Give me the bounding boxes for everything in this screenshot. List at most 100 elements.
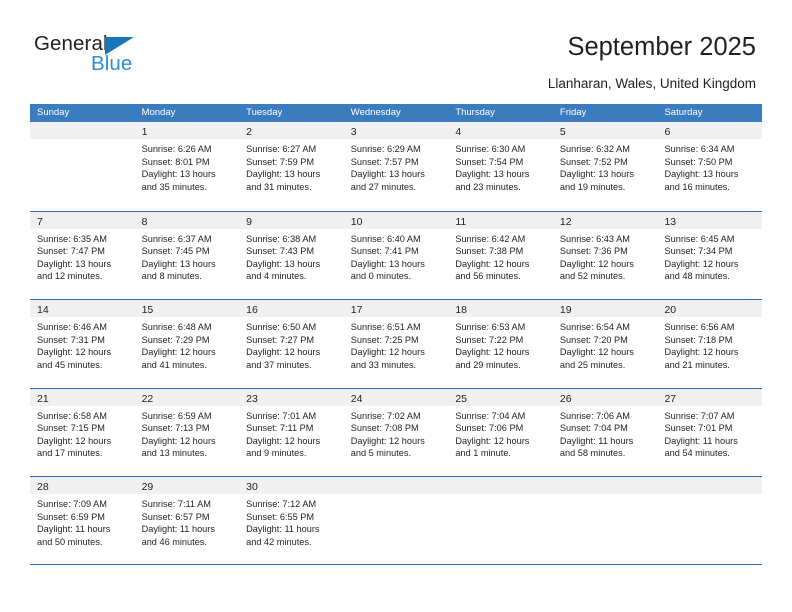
day-number-strip: 11 — [448, 211, 553, 229]
day-number: 7 — [37, 215, 43, 228]
page-title: September 2025 — [567, 33, 756, 61]
calendar-page: General Blue September 2025 Llanharan, W… — [0, 0, 792, 612]
day-number: 5 — [559, 126, 566, 138]
day-cell-empty — [657, 477, 763, 564]
day-number-strip: 29 — [134, 477, 240, 494]
day-detail-line: Sunrise: 6:58 AM — [37, 410, 107, 421]
day-detail-line: and 33 minutes. — [350, 359, 417, 370]
day-detail-line: Sunset: 7:47 PM — [37, 246, 105, 257]
day-detail-line: Sunset: 7:36 PM — [559, 246, 628, 257]
day-number: 17 — [350, 304, 363, 316]
day-detail-line: Daylight: 11 hours — [559, 435, 634, 446]
day-cell-18[interactable]: 18 Sunrise: 6:53 AM Sunset: 7:22 PM Dayligh… — [448, 300, 553, 388]
day-detail-line: and 8 minutes. — [141, 271, 202, 282]
day-detail-line: and 9 minutes. — [246, 448, 307, 459]
day-cell-20[interactable]: 20 Sunrise: 6:56 AM Sunset: 7:18 PM Dayligh… — [657, 300, 763, 388]
day-cell-empty — [343, 477, 449, 564]
day-cell-23[interactable]: 23 Sunrise: 7:01 AM Sunset: 7:11 PM Dayligh… — [239, 388, 344, 476]
day-detail-line: Daylight: 12 hours — [559, 258, 634, 269]
day-detail-line: and 4 minutes. — [246, 271, 307, 282]
day-detail-line: Daylight: 12 hours — [664, 258, 739, 269]
calendar-week-row: 7 Sunrise: 6:35 AM Sunset: 7:47 PM Daylight… — [30, 210, 763, 299]
day-cell-5[interactable]: 5 Sunrise: 6:32 AM Sunset: 7:52 PM Daylight… — [552, 122, 658, 211]
day-cell-4[interactable]: 4 Sunrise: 6:30 AM Sunset: 7:54 PM Daylight… — [448, 122, 553, 211]
weekday-header-tuesday: Tuesday — [246, 107, 283, 118]
day-number: 13 — [664, 215, 677, 228]
day-detail-line: Daylight: 12 hours — [350, 347, 425, 358]
day-detail-line: Daylight: 12 hours — [455, 347, 530, 358]
day-detail-line: Daylight: 13 hours — [141, 258, 216, 269]
day-cell-21[interactable]: 21 Sunrise: 6:58 AM Sunset: 7:15 PM Dayligh… — [30, 388, 135, 476]
day-detail-line: Sunset: 7:27 PM — [246, 334, 315, 345]
day-cell-26[interactable]: 26 Sunrise: 7:06 AM Sunset: 7:04 PM Dayligh… — [552, 388, 658, 476]
day-cell-25[interactable]: 25 Sunrise: 7:04 AM Sunset: 7:06 PM Dayligh… — [448, 388, 553, 476]
day-cell-28[interactable]: 28 Sunrise: 7:09 AM Sunset: 6:59 PM Dayligh… — [30, 477, 135, 564]
day-cell-24[interactable]: 24 Sunrise: 7:02 AM Sunset: 7:08 PM Dayligh… — [343, 388, 449, 476]
day-details: Sunrise: 6:34 AM Sunset: 7:50 PM Daylight:… — [657, 139, 762, 193]
day-detail-line: and 48 minutes. — [664, 271, 730, 282]
day-details: Sunrise: 6:59 AM Sunset: 7:13 PM Daylight:… — [135, 406, 240, 460]
day-number-strip: 7 — [30, 211, 135, 229]
day-detail-line: Daylight: 13 hours — [559, 169, 634, 180]
day-number: 25 — [455, 392, 467, 405]
day-cell-2[interactable]: 2 Sunrise: 6:27 AM Sunset: 7:59 PM Daylight… — [239, 122, 344, 211]
day-cell-1[interactable]: 1 Sunrise: 6:26 AM Sunset: 8:01 PM Daylight… — [134, 122, 240, 211]
day-cell-15[interactable]: 15 Sunrise: 6:48 AM Sunset: 7:29 PM Dayligh… — [134, 300, 240, 388]
day-detail-line: Daylight: 13 hours — [246, 258, 321, 269]
day-cell-19[interactable]: 19 Sunrise: 6:54 AM Sunset: 7:20 PM Dayligh… — [552, 300, 658, 388]
day-detail-line: and 45 minutes. — [37, 359, 103, 370]
day-number: 8 — [141, 215, 148, 228]
day-details — [30, 139, 135, 143]
day-number: 16 — [246, 304, 258, 316]
day-cell-3[interactable]: 3 Sunrise: 6:29 AM Sunset: 7:57 PM Daylight… — [343, 122, 449, 211]
day-details — [448, 494, 553, 498]
day-cell-7[interactable]: 7 Sunrise: 6:35 AM Sunset: 7:47 PM Daylight… — [30, 211, 135, 299]
day-details: Sunrise: 6:32 AM Sunset: 7:52 PM Daylight:… — [553, 139, 658, 193]
day-detail-line: Sunrise: 6:48 AM — [141, 322, 212, 332]
day-number-strip — [657, 477, 763, 494]
day-detail-line: Daylight: 11 hours — [141, 524, 215, 535]
day-cell-11[interactable]: 11 Sunrise: 6:42 AM Sunset: 7:38 PM Dayligh… — [448, 211, 553, 299]
day-number-strip: 18 — [448, 300, 553, 317]
day-cell-9[interactable]: 9 Sunrise: 6:38 AM Sunset: 7:43 PM Daylight… — [239, 211, 344, 299]
day-detail-line: Daylight: 12 hours — [141, 435, 216, 446]
day-detail-line: Sunrise: 6:27 AM — [246, 144, 317, 154]
weekday-header-thursday: Thursday — [455, 107, 495, 118]
day-number: 28 — [37, 481, 49, 493]
day-number-strip: 3 — [343, 122, 449, 139]
day-details — [553, 494, 658, 498]
day-number-strip: 22 — [134, 388, 240, 406]
day-number: 29 — [141, 481, 154, 493]
day-detail-line: Sunrise: 6:45 AM — [664, 233, 735, 244]
day-cell-13[interactable]: 13 Sunrise: 6:45 AM Sunset: 7:34 PM Dayligh… — [657, 211, 763, 299]
day-number-strip: 26 — [552, 388, 658, 406]
day-cell-16[interactable]: 16 Sunrise: 6:50 AM Sunset: 7:27 PM Dayligh… — [239, 300, 344, 388]
day-cell-12[interactable]: 12 Sunrise: 6:43 AM Sunset: 7:36 PM Dayligh… — [552, 211, 658, 299]
general-blue-logo[interactable]: General Blue — [34, 33, 184, 84]
day-cell-22[interactable]: 22 Sunrise: 6:59 AM Sunset: 7:13 PM Dayligh… — [134, 388, 240, 476]
day-cell-10[interactable]: 10 Sunrise: 6:40 AM Sunset: 7:41 PM Dayligh… — [343, 211, 449, 299]
day-cell-29[interactable]: 29 Sunrise: 7:11 AM Sunset: 6:57 PM Dayligh… — [134, 477, 240, 564]
day-cell-6[interactable]: 6 Sunrise: 6:34 AM Sunset: 7:50 PM Daylight… — [657, 122, 763, 211]
day-cell-14[interactable]: 14 Sunrise: 6:46 AM Sunset: 7:31 PM Dayligh… — [30, 300, 135, 388]
day-details: Sunrise: 7:04 AM Sunset: 7:06 PM Daylight:… — [448, 406, 553, 460]
day-detail-line: Sunrise: 6:51 AM — [350, 322, 421, 332]
day-details: Sunrise: 6:42 AM Sunset: 7:38 PM Daylight:… — [448, 229, 553, 283]
day-detail-line: and 46 minutes. — [141, 536, 207, 547]
day-number-strip: 17 — [343, 300, 449, 317]
day-cell-17[interactable]: 17 Sunrise: 6:51 AM Sunset: 7:25 PM Dayligh… — [343, 300, 449, 388]
day-detail-line: Sunrise: 6:46 AM — [37, 322, 107, 332]
day-cell-27[interactable]: 27 Sunrise: 7:07 AM Sunset: 7:01 PM Dayligh… — [657, 388, 763, 476]
day-detail-line: Sunset: 7:57 PM — [350, 156, 419, 167]
day-detail-line: and 16 minutes. — [664, 181, 730, 192]
day-number-strip: 21 — [30, 388, 135, 406]
day-cell-30[interactable]: 30 Sunrise: 7:12 AM Sunset: 6:55 PM Dayligh… — [239, 477, 344, 564]
day-detail-line: Sunrise: 7:11 AM — [141, 499, 211, 509]
day-detail-line: Daylight: 13 hours — [350, 258, 425, 269]
day-cell-8[interactable]: 8 Sunrise: 6:37 AM Sunset: 7:45 PM Daylight… — [134, 211, 240, 299]
day-number: 1 — [141, 126, 148, 138]
day-detail-line: Sunset: 7:31 PM — [37, 334, 105, 345]
day-number-strip: 8 — [134, 211, 240, 229]
day-number: 15 — [141, 304, 154, 316]
day-details: Sunrise: 6:56 AM Sunset: 7:18 PM Daylight:… — [657, 317, 762, 371]
